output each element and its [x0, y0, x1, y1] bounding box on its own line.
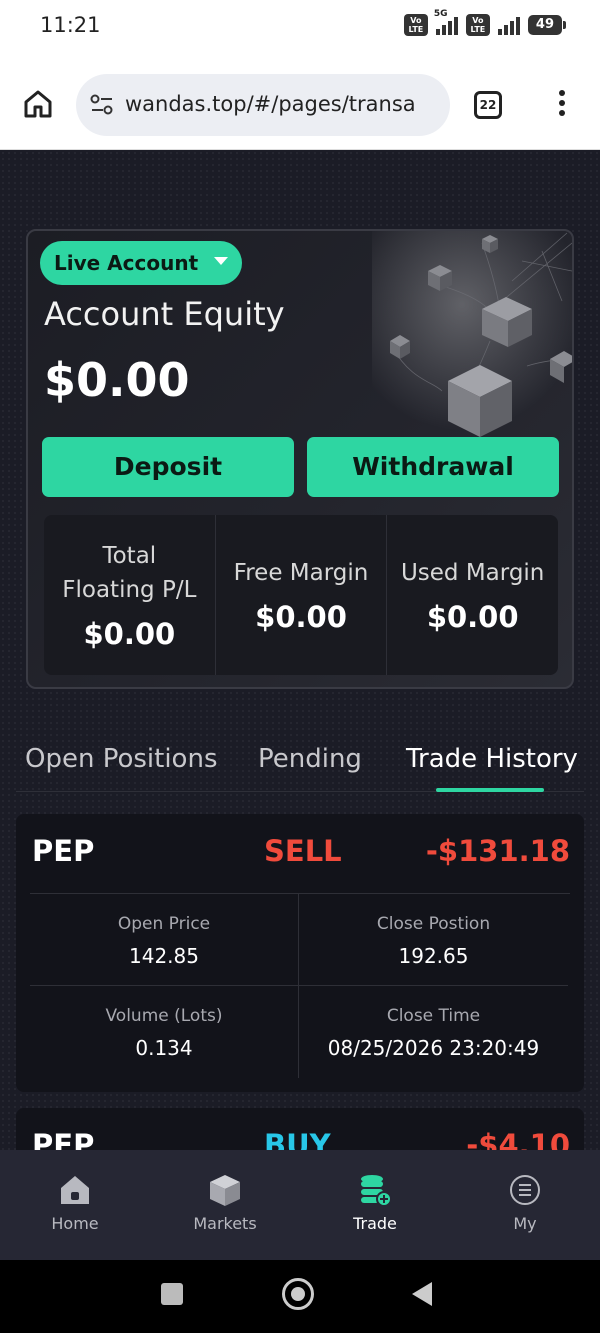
status-bar: 11:21 Vo LTE 5G Vo LTE 49 — [0, 0, 600, 54]
trade-header: PEP SELL -$131.18 — [30, 814, 570, 894]
account-type-label: Live Account — [54, 251, 199, 275]
stat-used-margin: Used Margin $0.00 — [387, 515, 558, 675]
close-time-label: Close Time — [386, 1006, 481, 1026]
volte-badge: Vo LTE — [403, 14, 428, 36]
caret-down-icon — [214, 257, 229, 265]
close-time-cell: Close Time 08/25/2026 23:20:49 — [299, 986, 568, 1078]
stat-value: $0.00 — [426, 600, 519, 634]
signal-icon: 5G — [434, 9, 458, 35]
nav-my[interactable]: My — [450, 1150, 600, 1260]
stat-value: $0.00 — [83, 617, 176, 651]
tab-pending[interactable]: Pending — [258, 744, 362, 774]
more-menu-icon[interactable] — [556, 90, 568, 120]
site-settings-icon[interactable] — [90, 94, 114, 116]
signal-icon-2 — [497, 15, 520, 35]
close-time-value: 08/25/2026 23:20:49 — [327, 1036, 540, 1060]
close-position-cell: Close Postion 192.65 — [299, 894, 568, 986]
trade-side: SELL — [264, 834, 342, 868]
stat-label: Total Floating P/L — [62, 543, 197, 603]
nav-label: Markets — [193, 1214, 257, 1233]
coins-icon — [361, 1175, 392, 1207]
battery-icon: 49 — [527, 15, 567, 35]
stat-label: Free Margin — [233, 560, 369, 586]
open-price-label: Open Price — [117, 914, 211, 934]
trade-tabs: Open Positions Pending Trade History — [16, 738, 584, 792]
nav-label: My — [513, 1214, 537, 1233]
stat-floating-pl: Total Floating P/L $0.00 — [44, 515, 216, 675]
withdrawal-button[interactable]: Withdrawal — [307, 437, 559, 497]
tab-trade-history[interactable]: Trade History — [406, 744, 578, 774]
browser-toolbar: wandas.top/#/pages/transa 22 — [0, 54, 600, 150]
trade-history-card[interactable]: PEP SELL -$131.18 Open Price 142.85 Clos… — [16, 814, 584, 1092]
tab-open-positions[interactable]: Open Positions — [25, 744, 218, 774]
nav-markets[interactable]: Markets — [150, 1150, 300, 1260]
cubes-decoration-icon — [372, 231, 572, 441]
equity-label: Account Equity — [44, 295, 285, 333]
address-bar[interactable]: wandas.top/#/pages/transa — [76, 74, 450, 136]
nav-home[interactable]: Home — [0, 1150, 150, 1260]
system-home-icon[interactable] — [282, 1278, 314, 1310]
page-content: Live Account Account Equity $0.00 Deposi… — [0, 150, 600, 1168]
back-icon[interactable] — [412, 1282, 432, 1306]
bottom-nav: Home Markets Trade My — [0, 1150, 600, 1260]
system-navigation-bar — [0, 1260, 600, 1333]
stat-label: Used Margin — [400, 560, 545, 586]
network-type-label: 5G — [433, 9, 448, 19]
tab-switcher-button[interactable]: 22 — [474, 91, 502, 119]
recent-apps-icon[interactable] — [161, 1283, 183, 1305]
home-icon — [61, 1176, 89, 1204]
account-card: Live Account Account Equity $0.00 Deposi… — [26, 229, 574, 689]
active-tab-indicator — [436, 788, 544, 792]
menu-circle-icon — [510, 1175, 540, 1205]
stat-free-margin: Free Margin $0.00 — [216, 515, 388, 675]
status-time: 11:21 — [40, 13, 101, 37]
trade-pl: -$131.18 — [425, 834, 570, 868]
trade-symbol: PEP — [32, 834, 95, 868]
nav-label: Home — [51, 1214, 99, 1233]
volte-badge-2: Vo LTE — [465, 14, 490, 36]
nav-label: Trade — [353, 1214, 397, 1233]
account-type-dropdown[interactable]: Live Account — [40, 241, 243, 285]
url-text[interactable]: wandas.top/#/pages/transa — [125, 92, 441, 116]
open-price-cell: Open Price 142.85 — [30, 894, 299, 986]
close-position-value: 192.65 — [398, 944, 469, 968]
account-stats: Total Floating P/L $0.00 Free Margin $0.… — [44, 515, 558, 675]
home-icon[interactable] — [22, 88, 54, 120]
cube-icon — [210, 1175, 240, 1206]
status-icons: Vo LTE 5G Vo LTE 49 — [403, 9, 567, 36]
stat-value: $0.00 — [255, 600, 347, 634]
close-position-label: Close Postion — [376, 914, 491, 934]
volume-value: 0.134 — [135, 1036, 193, 1060]
deposit-button[interactable]: Deposit — [42, 437, 294, 497]
equity-value: $0.00 — [44, 353, 190, 407]
nav-trade[interactable]: Trade — [300, 1150, 450, 1260]
volume-label: Volume (Lots) — [105, 1006, 223, 1026]
open-price-value: 142.85 — [129, 944, 199, 968]
volume-cell: Volume (Lots) 0.134 — [30, 986, 299, 1078]
